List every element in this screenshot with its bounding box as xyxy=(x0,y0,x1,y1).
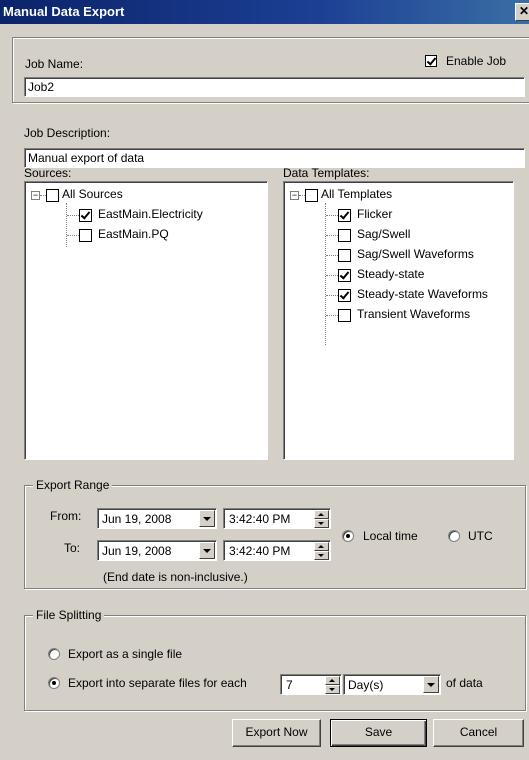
from-time-spinner[interactable]: 3:42:40 PM xyxy=(223,508,331,529)
split-count-value: 7 xyxy=(286,678,293,692)
data-templates-label: Data Templates: xyxy=(283,166,370,180)
template-checkbox-flicker[interactable] xyxy=(338,209,351,222)
single-file-radio[interactable] xyxy=(48,648,60,660)
enable-job-label[interactable]: Enable Job xyxy=(446,54,506,68)
all-templates-label[interactable]: All Templates xyxy=(321,187,392,201)
export-range-title: Export Range xyxy=(33,478,113,492)
single-file-label[interactable]: Export as a single file xyxy=(68,647,182,661)
job-name-label: Job Name: xyxy=(25,57,84,71)
spin-up-icon[interactable] xyxy=(314,542,329,551)
template-checkbox-sag-swell[interactable] xyxy=(338,229,351,242)
job-description-input[interactable] xyxy=(24,148,525,168)
template-item-sag-swell-waveforms[interactable]: Sag/Swell Waveforms xyxy=(357,247,474,261)
collapse-icon[interactable]: − xyxy=(31,191,40,200)
utc-radio[interactable] xyxy=(448,530,460,542)
template-item-sag-swell[interactable]: Sag/Swell xyxy=(357,227,410,241)
split-unit-dropdown[interactable]: Day(s) xyxy=(343,674,441,695)
save-button[interactable]: Save xyxy=(330,719,427,747)
job-name-input[interactable] xyxy=(24,77,525,97)
utc-label[interactable]: UTC xyxy=(468,529,493,543)
sources-label: Sources: xyxy=(24,166,72,180)
separate-files-radio[interactable] xyxy=(48,677,60,689)
template-checkbox-sag-swell-waveforms[interactable] xyxy=(338,249,351,262)
source-item-eastmain-electricity[interactable]: EastMain.Electricity xyxy=(98,207,203,221)
chevron-down-icon[interactable] xyxy=(423,676,439,693)
template-checkbox-transient-waveforms[interactable] xyxy=(338,309,351,322)
window-title: Manual Data Export xyxy=(3,4,125,19)
spin-down-icon[interactable] xyxy=(314,551,329,560)
local-time-radio[interactable] xyxy=(342,530,354,542)
all-sources-checkbox[interactable] xyxy=(46,189,59,202)
enable-job-checkbox[interactable] xyxy=(425,55,437,67)
template-item-steady-state-waveforms[interactable]: Steady-state Waveforms xyxy=(357,287,488,301)
close-icon[interactable]: ✕ xyxy=(515,3,529,21)
of-data-label: of data xyxy=(446,676,483,690)
sources-tree[interactable]: − All Sources EastMain.Electricity EastM… xyxy=(24,181,268,460)
source-item-eastmain-pq[interactable]: EastMain.PQ xyxy=(98,227,169,241)
from-label: From: xyxy=(50,509,82,523)
template-item-steady-state[interactable]: Steady-state xyxy=(357,267,424,281)
source-checkbox-eastmain-pq[interactable] xyxy=(79,229,92,242)
collapse-icon[interactable]: − xyxy=(290,191,299,200)
from-time-value: 3:42:40 PM xyxy=(229,512,291,526)
file-splitting-group: File Splitting xyxy=(24,608,526,711)
chevron-down-icon[interactable] xyxy=(199,542,215,559)
to-time-value: 3:42:40 PM xyxy=(229,544,291,558)
chevron-down-icon[interactable] xyxy=(199,510,215,527)
spin-down-icon[interactable] xyxy=(325,685,340,694)
template-checkbox-steady-state-waveforms[interactable] xyxy=(338,289,351,302)
to-label: To: xyxy=(64,541,81,555)
manual-data-export-window: Manual Data Export ✕ Job Name: Enable Jo… xyxy=(0,0,529,760)
split-unit-value: Day(s) xyxy=(348,678,384,692)
export-now-button[interactable]: Export Now xyxy=(232,719,321,747)
from-date-picker[interactable]: Jun 19, 2008 xyxy=(97,508,217,529)
all-sources-label[interactable]: All Sources xyxy=(62,187,123,201)
cancel-button[interactable]: Cancel xyxy=(433,719,524,747)
file-splitting-title: File Splitting xyxy=(33,608,105,622)
title-bar[interactable]: Manual Data Export ✕ xyxy=(0,0,529,24)
spin-up-icon[interactable] xyxy=(325,676,340,685)
to-date-value: Jun 19, 2008 xyxy=(102,544,172,558)
templates-tree[interactable]: − All Templates Flicker Sag/Swell Sag/Sw… xyxy=(283,181,514,460)
spin-down-icon[interactable] xyxy=(314,519,329,528)
split-count-spinner[interactable]: 7 xyxy=(280,674,342,695)
template-item-flicker[interactable]: Flicker xyxy=(357,207,392,221)
end-date-note: (End date is non-inclusive.) xyxy=(103,570,248,584)
spin-up-icon[interactable] xyxy=(314,510,329,519)
local-time-label[interactable]: Local time xyxy=(363,529,418,543)
to-time-spinner[interactable]: 3:42:40 PM xyxy=(223,540,331,561)
from-date-value: Jun 19, 2008 xyxy=(102,512,172,526)
separate-files-label[interactable]: Export into separate files for each xyxy=(68,676,247,690)
to-date-picker[interactable]: Jun 19, 2008 xyxy=(97,540,217,561)
source-checkbox-eastmain-electricity[interactable] xyxy=(79,209,92,222)
template-item-transient-waveforms[interactable]: Transient Waveforms xyxy=(357,307,470,321)
template-checkbox-steady-state[interactable] xyxy=(338,269,351,282)
all-templates-checkbox[interactable] xyxy=(305,189,318,202)
job-description-label: Job Description: xyxy=(24,126,111,140)
